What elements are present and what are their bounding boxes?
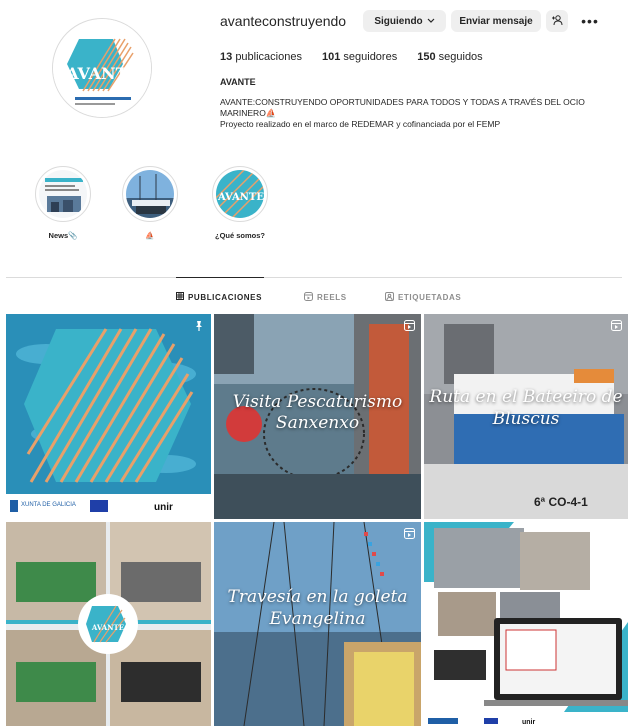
send-message-button[interactable]: Enviar mensaje [451, 10, 541, 32]
reel-icon [404, 528, 415, 539]
tab-label: REELS [317, 293, 347, 302]
highlight-cover: AVANTE [216, 170, 264, 218]
followers-stat[interactable]: 101 seguidores [322, 51, 397, 63]
add-person-icon [551, 14, 563, 29]
post-thumbnail[interactable]: XUNTA DE GALICIA unir [6, 314, 211, 519]
highlight-label: News📎 [48, 231, 78, 240]
avante-logo: AVANTE [53, 19, 151, 117]
tabs-divider [6, 277, 622, 278]
post-thumbnail[interactable]: unir [424, 522, 628, 726]
suggest-people-button[interactable] [546, 10, 568, 32]
following-button[interactable]: Siguiendo [363, 10, 446, 32]
post-caption: Travesía en la goleta Evangelina [227, 587, 408, 629]
profile-avatar[interactable]: AVANTE [52, 18, 152, 118]
highlight-label: ⛵ [145, 231, 155, 240]
profile-bio: AVANTE:CONSTRUYENDO OPORTUNIDADES PARA T… [220, 97, 620, 130]
bio-line: Proyecto realizado en el marco de REDEMA… [220, 119, 501, 129]
following-button-label: Siguiendo [374, 15, 423, 27]
profile-full-name: AVANTE [220, 77, 256, 87]
highlight-cover [126, 170, 174, 218]
chevron-down-icon [427, 16, 435, 27]
bio-line: AVANTE:CONSTRUYENDO OPORTUNIDADES PARA T… [220, 97, 585, 118]
tab-etiquetadas[interactable]: ETIQUETADAS [385, 292, 461, 303]
post-thumbnail[interactable]: Travesía en la goleta Evangelina [214, 522, 421, 726]
svg-text:AVANTE: AVANTE [91, 623, 124, 632]
post-thumbnail[interactable]: 6ª CO-4-1 Ruta en el Bateeiro de Bluscus [424, 314, 628, 519]
posts-stat: 13 publicaciones [220, 51, 302, 63]
svg-text:unir: unir [522, 719, 535, 726]
reel-icon [404, 320, 415, 331]
highlight-que-somos[interactable]: AVANTE ¿Qué somos? [212, 166, 268, 240]
pinned-icon [193, 320, 205, 332]
reel-icon [611, 528, 622, 539]
tagged-icon [385, 292, 394, 303]
tab-label: PUBLICACIONES [188, 292, 263, 302]
highlight-boat[interactable]: ⛵ [122, 166, 178, 240]
profile-username: avanteconstruyendo [220, 13, 347, 29]
reel-icon [611, 320, 622, 331]
post-thumbnail[interactable]: AVANTE [6, 522, 211, 726]
post-thumbnail[interactable]: Visita Pescaturismo Sanxenxo [214, 314, 421, 519]
highlight-news[interactable]: News📎 [35, 166, 91, 240]
active-tab-indicator [176, 277, 264, 278]
grid-icon [176, 292, 184, 302]
highlight-label: ¿Qué somos? [214, 231, 265, 240]
svg-text:unir: unir [154, 502, 173, 513]
svg-text:AVANTE: AVANTE [65, 64, 140, 83]
profile-stats: 13 publicaciones 101 seguidores 150 segu… [220, 51, 483, 63]
post-caption: Visita Pescaturismo Sanxenxo [232, 392, 403, 433]
svg-text:6ª CO-4-1: 6ª CO-4-1 [534, 495, 588, 509]
tab-reels[interactable]: REELS [304, 292, 347, 303]
tab-label: ETIQUETADAS [398, 293, 462, 302]
more-options-button[interactable]: ••• [580, 10, 600, 32]
svg-text:XUNTA DE GALICIA: XUNTA DE GALICIA [21, 502, 76, 508]
highlight-cover [39, 170, 87, 218]
reels-icon [304, 292, 313, 303]
tab-publicaciones[interactable]: PUBLICACIONES [176, 292, 262, 302]
post-caption: Ruta en el Bateeiro de Bluscus [429, 387, 623, 429]
svg-text:AVANTE: AVANTE [217, 192, 264, 203]
following-stat[interactable]: 150 seguidos [417, 51, 482, 63]
